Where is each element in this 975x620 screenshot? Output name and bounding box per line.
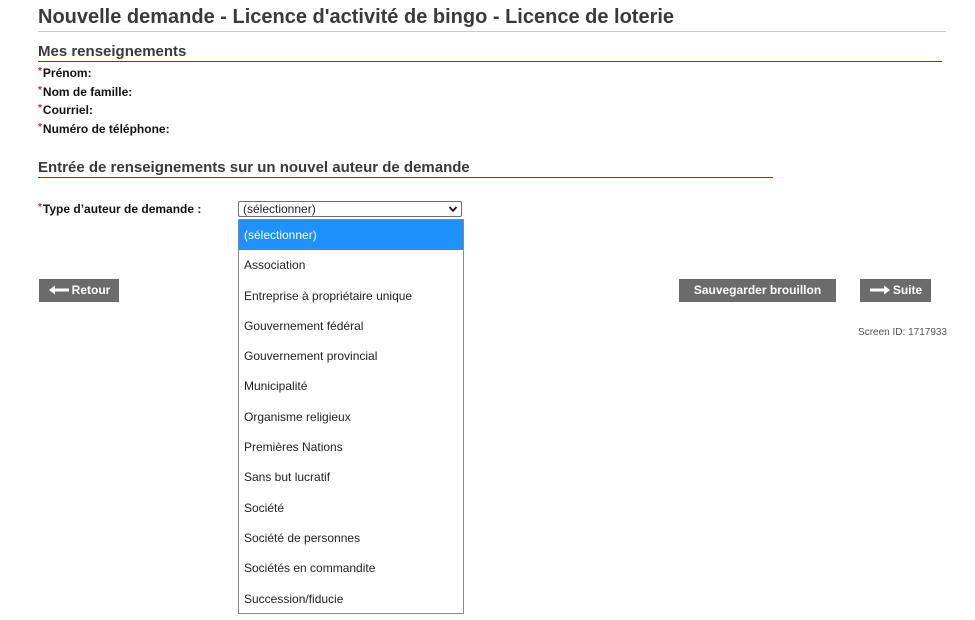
title-divider — [38, 31, 946, 32]
arrow-left-icon — [48, 285, 69, 295]
section-divider — [38, 61, 942, 62]
dropdown-option-entreprise-proprietaire-unique[interactable]: Entreprise à propriétaire unique — [239, 281, 463, 311]
dropdown-option-societe-de-personnes[interactable]: Société de personnes — [239, 523, 463, 553]
screen-id: Screen ID: 1717933 — [858, 327, 947, 338]
required-marker: * — [38, 85, 42, 96]
field-label-text: Prénom: — [42, 66, 92, 80]
page-title: Nouvelle demande - Licence d'activité de… — [38, 6, 675, 28]
field-label-prenom: *Prénom: — [38, 66, 92, 80]
field-label-text: Type d’auteur de demande : — [42, 202, 202, 216]
dropdown-option-selectionner[interactable]: (sélectionner) — [239, 220, 463, 251]
field-label-text: Numéro de téléphone: — [42, 122, 170, 136]
field-label-text: Nom de famille: — [42, 85, 133, 99]
field-label-telephone: *Numéro de téléphone: — [38, 122, 170, 136]
section-heading-mes-renseignements: Mes renseignements — [38, 43, 187, 60]
section-heading-nouvel-auteur: Entrée de renseignements sur un nouvel a… — [38, 159, 470, 176]
dropdown-option-societe[interactable]: Société — [239, 493, 463, 523]
save-draft-button[interactable]: Sauvegarder brouillon — [679, 279, 836, 302]
dropdown-option-premieres-nations[interactable]: Premières Nations — [239, 432, 463, 462]
required-marker: * — [38, 202, 42, 213]
field-label-nom-de-famille: *Nom de famille: — [38, 85, 132, 99]
dropdown-option-municipalite[interactable]: Municipalité — [239, 371, 463, 401]
required-marker: * — [38, 103, 42, 114]
chevron-down-icon — [448, 206, 458, 213]
dropdown-option-sans-but-lucratif[interactable]: Sans but lucratif — [239, 462, 463, 492]
next-button[interactable]: Suite — [860, 279, 931, 302]
field-label-courriel: *Courriel: — [38, 103, 93, 117]
field-label-type-auteur: *Type d’auteur de demande : — [38, 202, 201, 216]
type-auteur-dropdown-list[interactable]: (sélectionner) Association Entreprise à … — [238, 219, 464, 614]
back-button[interactable]: Retour — [39, 279, 119, 302]
back-button-label: Retour — [71, 283, 111, 297]
dropdown-option-succession-fiducie[interactable]: Succession/fiducie — [239, 584, 463, 614]
arrow-right-icon — [869, 285, 890, 295]
required-marker: * — [38, 66, 42, 77]
dropdown-option-association[interactable]: Association — [239, 250, 463, 280]
save-draft-button-label: Sauvegarder brouillon — [693, 283, 822, 297]
next-button-label: Suite — [892, 283, 923, 297]
select-value: (sélectionner) — [243, 202, 316, 216]
type-auteur-select[interactable]: (sélectionner) — [238, 201, 462, 217]
dropdown-option-gouvernement-federal[interactable]: Gouvernement fédéral — [239, 311, 463, 341]
required-marker: * — [38, 122, 42, 133]
dropdown-option-societes-en-commandite[interactable]: Sociétés en commandite — [239, 553, 463, 583]
field-label-text: Courriel: — [42, 103, 93, 117]
dropdown-option-gouvernement-provincial[interactable]: Gouvernement provincial — [239, 341, 463, 371]
section-divider — [38, 177, 773, 178]
dropdown-option-organisme-religieux[interactable]: Organisme religieux — [239, 402, 463, 432]
